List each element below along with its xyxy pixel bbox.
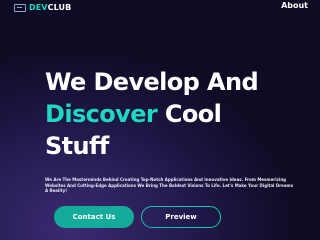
headline-line-1: We Develop And	[45, 68, 259, 96]
nav-link-about[interactable]: About	[281, 1, 308, 10]
headline-line-3: Stuff	[45, 132, 109, 160]
logo[interactable]: DEVCLUB	[14, 3, 71, 12]
logo-text-club: CLUB	[47, 3, 72, 12]
logo-text-dev: DEV	[29, 3, 48, 12]
headline-line-2-rest: Cool	[157, 100, 222, 128]
hero-headline: We Develop And Discover Cool Stuff	[45, 66, 259, 162]
hero-subtitle: We Are The Masterminds Behind Creating T…	[45, 177, 294, 193]
navbar: DEVCLUB About	[0, 0, 320, 22]
contact-us-button[interactable]: Contact Us	[54, 206, 134, 228]
preview-button[interactable]: Preview	[141, 206, 221, 228]
logo-text: DEVCLUB	[29, 3, 71, 12]
headline-accent-word: Discover	[45, 100, 158, 128]
monitor-icon	[14, 3, 26, 12]
